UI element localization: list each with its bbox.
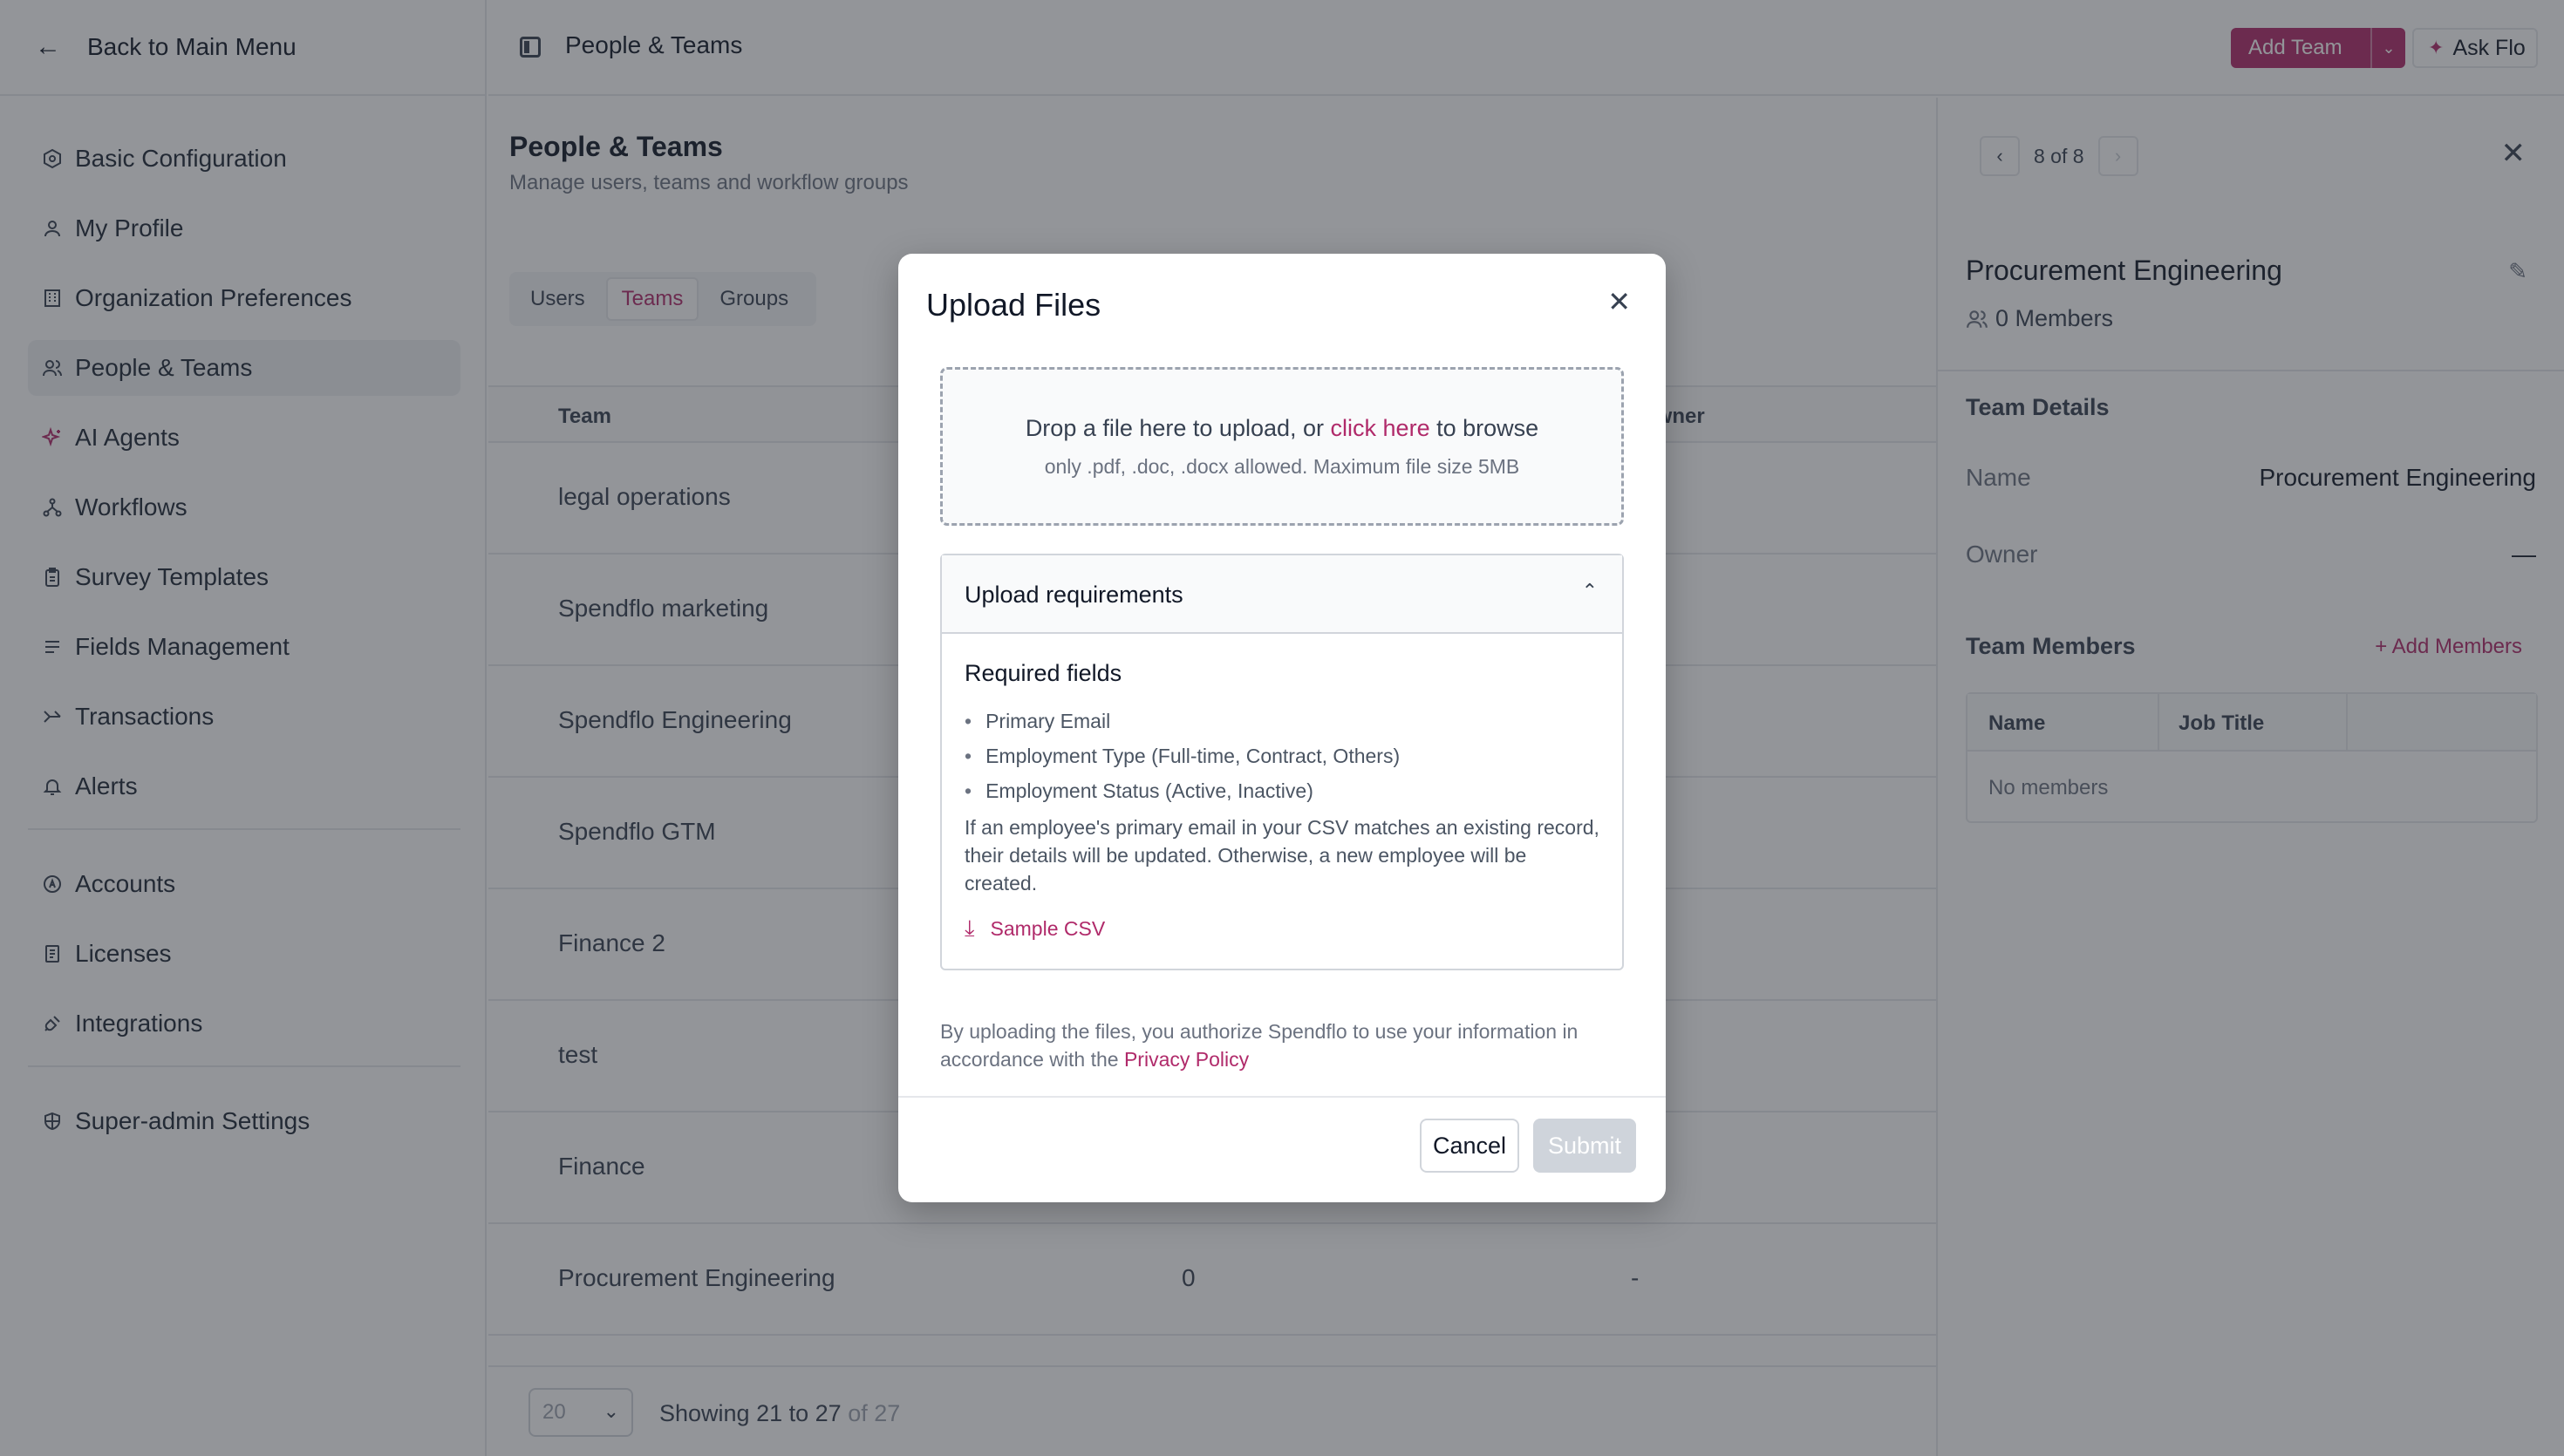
requirements-note: If an employee's primary email in your C… [965, 816, 1599, 895]
required-fields-heading: Required fields [965, 660, 1122, 686]
list-item: Employment Status (Active, Inactive) [965, 773, 1400, 808]
cancel-button[interactable]: Cancel [1420, 1119, 1519, 1173]
download-icon: ⤓ [965, 915, 975, 941]
required-fields-list: Primary Email Employment Type (Full-time… [965, 704, 1400, 808]
privacy-policy-link[interactable]: Privacy Policy [1124, 1048, 1249, 1071]
dropzone-hint: only .pdf, .doc, .docx allowed. Maximum … [1044, 455, 1520, 478]
sample-csv-link[interactable]: ⤓ Sample CSV [965, 915, 1105, 942]
submit-button[interactable]: Submit [1533, 1119, 1636, 1173]
authorization-text: By uploading the files, you authorize Sp… [940, 1020, 1579, 1071]
chevron-up-icon[interactable]: ⌃ [1582, 580, 1598, 602]
modal-footer: Cancel Submit [898, 1096, 1666, 1202]
file-dropzone[interactable]: Drop a file here to upload, or click her… [940, 367, 1624, 526]
upload-files-modal: Upload Files ✕ Drop a file here to uploa… [898, 254, 1666, 1202]
close-icon[interactable]: ✕ [1607, 285, 1631, 318]
requirements-accordion-header[interactable]: Upload requirements ⌃ [942, 555, 1622, 634]
requirements-heading: Upload requirements [965, 582, 1183, 608]
sample-csv-label: Sample CSV [990, 916, 1106, 940]
dropzone-text-before: Drop a file here to upload, or [1025, 415, 1325, 441]
dropzone-text: Drop a file here to upload, or click her… [943, 415, 1621, 442]
dropzone-text-after: to browse [1436, 415, 1539, 441]
modal-title: Upload Files [926, 287, 1101, 323]
browse-link[interactable]: click here [1331, 415, 1430, 441]
authorization-notice: By uploading the files, you authorize Sp… [940, 1017, 1629, 1073]
list-item: Primary Email [965, 704, 1400, 738]
upload-requirements-panel: Upload requirements ⌃ Required fields Pr… [940, 554, 1624, 970]
list-item: Employment Type (Full-time, Contract, Ot… [965, 738, 1400, 773]
